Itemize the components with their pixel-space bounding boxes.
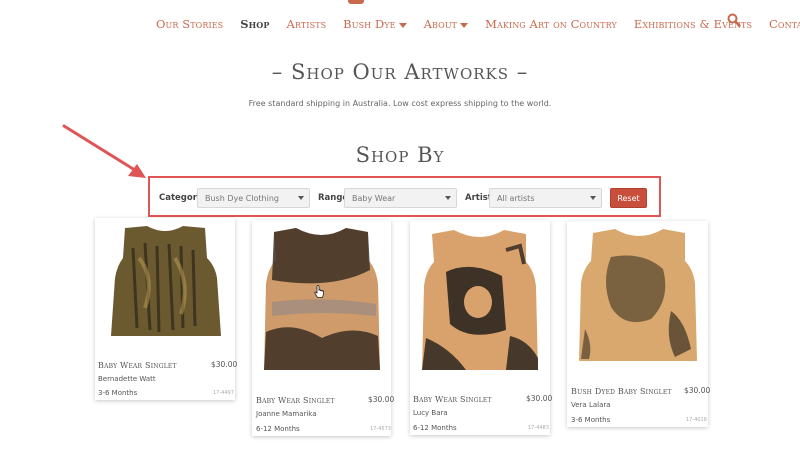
product-name: Baby Wear Singlet	[413, 395, 492, 404]
category-select[interactable]: Bush Dye Clothing	[197, 188, 310, 208]
chevron-down-icon	[590, 196, 596, 200]
product-card[interactable]: Baby Wear Singlet $30.00 Joanne Mamarika…	[252, 220, 395, 436]
product-artist: Joanne Mamarika	[256, 410, 317, 418]
product-size: 6-12 Months	[413, 424, 457, 432]
category-label: Category	[159, 193, 203, 203]
page-title: – Shop Our Artworks –	[271, 60, 529, 84]
nav-item-our-stories[interactable]: Our Stories	[156, 17, 223, 31]
reset-button[interactable]: Reset	[610, 188, 647, 208]
product-price: $30.00	[368, 395, 395, 404]
logo-fragment	[348, 0, 364, 4]
artist-select[interactable]: All artists	[489, 188, 602, 208]
range-select-value: Baby Wear	[352, 194, 396, 203]
product-image	[422, 230, 538, 370]
product-code: 17-4483	[528, 425, 549, 431]
product-name: Baby Wear Singlet	[256, 396, 335, 405]
chevron-down-icon	[460, 22, 469, 28]
product-code: 17-4573	[370, 426, 391, 432]
nav-item-label: Our Stories	[156, 17, 224, 31]
nav-item-label: Shop	[240, 17, 270, 31]
product-artist: Bernadette Watt	[98, 375, 156, 383]
product-code: 17-4497	[213, 390, 234, 396]
nav-item-artists[interactable]: Artists	[286, 17, 326, 31]
product-image	[579, 229, 697, 361]
product-card[interactable]: Baby Wear Singlet $30.00 Bernadette Watt…	[95, 218, 238, 400]
nav-item-bush-dye[interactable]: Bush Dye	[343, 17, 407, 31]
artist-select-value: All artists	[497, 194, 535, 203]
product-image	[264, 228, 380, 370]
nav-item-label: About	[423, 17, 458, 31]
category-select-value: Bush Dye Clothing	[205, 194, 279, 203]
artist-label: Artist	[465, 193, 492, 203]
product-size: 3-6 Months	[571, 416, 611, 424]
nav-item-about[interactable]: About	[423, 17, 469, 31]
product-artist: Lucy Bara	[413, 409, 448, 417]
chevron-down-icon	[298, 196, 304, 200]
main-navigation: Our Stories Shop Artists Bush Dye About Makin…	[0, 0, 800, 50]
product-size: 3-6 Months	[98, 389, 138, 397]
chevron-down-icon	[445, 196, 451, 200]
filter-bar: Category Bush Dye Clothing Range Baby We…	[148, 176, 661, 217]
nav-item-label: Contact	[769, 17, 800, 31]
product-name: Bush Dyed Baby Singlet	[571, 387, 672, 396]
product-image	[111, 226, 221, 336]
nav-item-label: Bush Dye	[343, 17, 396, 31]
nav-item-contact[interactable]: Contact	[769, 17, 800, 31]
shipping-note: Free standard shipping in Australia. Low…	[248, 99, 552, 108]
product-code: 17-4018	[686, 417, 707, 423]
hand-cursor-icon	[314, 285, 324, 298]
nav-item-shop[interactable]: Shop	[240, 17, 269, 31]
product-size: 6-12 Months	[256, 425, 300, 433]
nav-item-label: Making Art on Country	[485, 17, 617, 31]
product-name: Baby Wear Singlet	[98, 361, 177, 370]
product-card[interactable]: Baby Wear Singlet $30.00 Lucy Bara 6-12 …	[410, 220, 553, 435]
product-price: $30.00	[211, 360, 238, 369]
range-select[interactable]: Baby Wear	[344, 188, 457, 208]
chevron-down-icon	[398, 22, 407, 28]
nav-item-making-art-on-country[interactable]: Making Art on Country	[485, 17, 617, 31]
product-price: $30.00	[684, 386, 711, 395]
annotation-arrow-icon	[62, 124, 146, 178]
search-icon[interactable]	[727, 13, 741, 27]
product-card[interactable]: Bush Dyed Baby Singlet $30.00 Vera Lalar…	[567, 221, 711, 427]
nav-links: Our Stories Shop Artists Bush Dye About Makin…	[156, 17, 800, 31]
product-price: $30.00	[526, 394, 553, 403]
product-artist: Vera Lalara	[571, 401, 611, 409]
nav-item-label: Artists	[286, 17, 327, 31]
